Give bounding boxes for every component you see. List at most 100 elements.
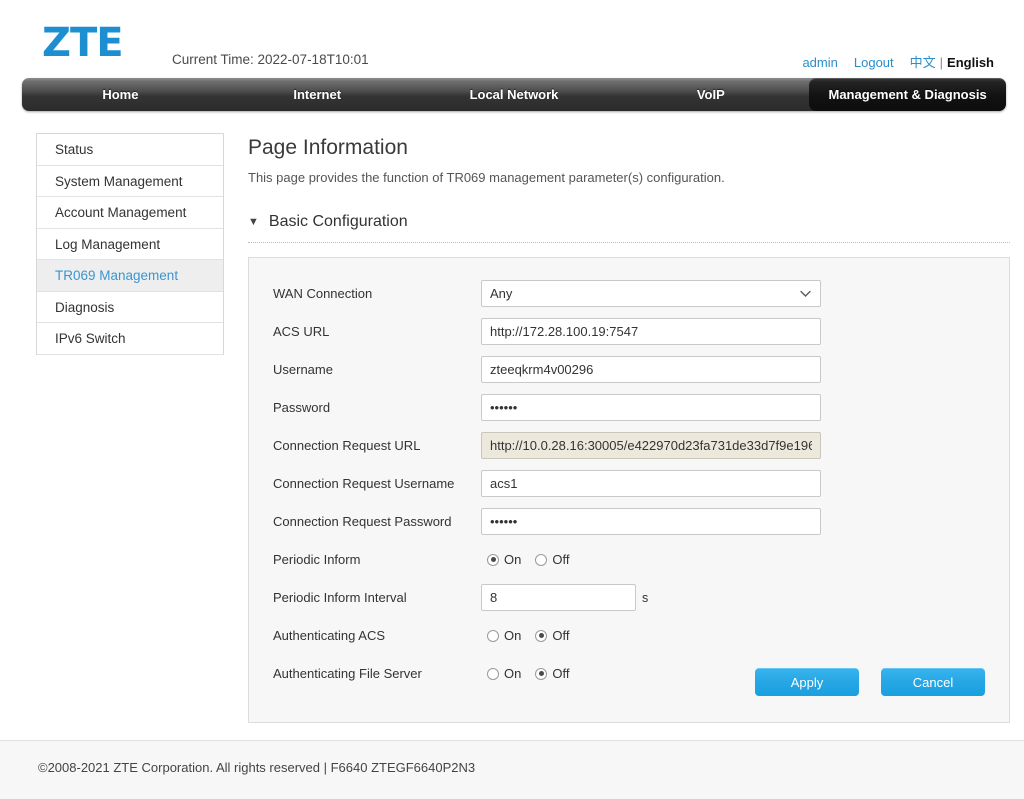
sidebar-item-account-management[interactable]: Account Management — [37, 197, 223, 229]
radio-label: On — [504, 628, 522, 643]
language-chinese-link[interactable]: 中文 — [910, 56, 936, 71]
connection-request-url-label: Connection Request URL — [273, 438, 421, 453]
field-row-username: Username — [273, 354, 985, 385]
nav-item-internet[interactable]: Internet — [219, 78, 416, 111]
periodic-inform-radio-on[interactable]: On — [487, 552, 521, 567]
radio-dot-icon — [487, 553, 499, 566]
logout-link[interactable]: Logout — [854, 55, 894, 70]
language-separator: | — [939, 55, 944, 70]
nav-item-voip[interactable]: VoIP — [612, 78, 809, 111]
authenticating-acs-radio-off[interactable]: Off — [535, 628, 569, 643]
radio-dot-icon — [535, 667, 548, 680]
nav-label: Home — [102, 87, 139, 102]
page-footer: ©2008-2021 ZTE Corporation. All rights r… — [0, 741, 1024, 799]
authenticating-acs-label: Authenticating ACS — [273, 628, 386, 643]
sidebar-item-label: Account Management — [55, 205, 187, 220]
periodic-inform-radio-off[interactable]: Off — [535, 552, 569, 567]
sidebar-item-label: Status — [55, 142, 94, 157]
periodic-inform-radio-group: On Off — [481, 552, 569, 567]
language-english-link[interactable]: English — [947, 55, 994, 70]
field-row-password: Password — [273, 392, 985, 423]
main-navigation: Home Internet Local Network VoIP Managem… — [22, 78, 1006, 111]
nav-item-management-diagnosis[interactable]: Management & Diagnosis — [809, 78, 1006, 111]
password-input[interactable] — [481, 394, 821, 421]
section-header-basic-configuration[interactable]: ▼ Basic Configuration — [248, 213, 1010, 242]
header-links: admin Logout 中文 | English — [802, 52, 994, 71]
authenticating-file-server-radio-on[interactable]: On — [487, 666, 521, 681]
field-row-periodic-inform-interval: Periodic Inform Interval s — [273, 582, 985, 613]
radio-label: On — [504, 666, 522, 681]
section-title: Basic Configuration — [268, 213, 408, 230]
nav-label: VoIP — [696, 87, 725, 102]
connection-request-url-input — [481, 432, 821, 459]
page-title: Page Information — [248, 136, 408, 159]
authenticating-file-server-label: Authenticating File Server — [273, 666, 422, 681]
field-row-authenticating-acs: Authenticating ACS On Off — [273, 620, 985, 651]
sidebar-item-diagnosis[interactable]: Diagnosis — [37, 292, 223, 323]
router-admin-page: ZTE Current Time: 2022-07-18T10:01 admin… — [0, 0, 1024, 799]
periodic-inform-label: Periodic Inform — [273, 552, 361, 567]
field-row-connection-request-url: Connection Request URL — [273, 430, 985, 461]
collapse-triangle-icon[interactable]: ▼ — [248, 216, 259, 228]
apply-button[interactable]: Apply — [755, 668, 859, 696]
footer-text: ©2008-2021 ZTE Corporation. All rights r… — [38, 760, 476, 775]
basic-configuration-panel: WAN Connection Any ACS URL U — [248, 257, 1010, 723]
nav-label: Local Network — [469, 87, 559, 102]
cancel-button[interactable]: Cancel — [881, 668, 985, 696]
field-row-periodic-inform: Periodic Inform On Off — [273, 544, 985, 575]
sidebar-item-log-management[interactable]: Log Management — [37, 229, 223, 260]
nav-item-home[interactable]: Home — [22, 78, 219, 111]
admin-link[interactable]: admin — [802, 55, 837, 70]
authenticating-acs-radio-on[interactable]: On — [487, 628, 521, 643]
field-row-connection-request-password: Connection Request Password — [273, 506, 985, 537]
username-label: Username — [273, 362, 333, 377]
nav-label: Internet — [293, 87, 342, 102]
radio-dot-icon — [487, 629, 499, 642]
connection-request-username-label: Connection Request Username — [273, 476, 455, 491]
sidebar-item-label: System Management — [55, 173, 183, 189]
authenticating-acs-radio-group: On Off — [481, 628, 569, 643]
nav-label: Management & Diagnosis — [828, 87, 987, 102]
authenticating-file-server-radio-off[interactable]: Off — [535, 666, 569, 681]
connection-request-password-label: Connection Request Password — [273, 514, 452, 529]
sidebar: Status System Management Account Managem… — [36, 133, 224, 355]
page-header: ZTE Current Time: 2022-07-18T10:01 admin… — [0, 0, 1024, 78]
connection-request-password-input[interactable] — [481, 508, 821, 535]
password-label: Password — [273, 400, 331, 415]
authenticating-file-server-radio-group: On Off — [481, 666, 569, 681]
radio-label: Off — [552, 552, 570, 567]
connection-request-username-input[interactable] — [481, 470, 821, 497]
radio-label: On — [504, 552, 522, 567]
sidebar-item-label: Diagnosis — [55, 299, 115, 315]
wan-connection-select[interactable]: Any — [481, 280, 821, 307]
sidebar-item-ipv6-switch[interactable]: IPv6 Switch — [37, 323, 223, 355]
radio-dot-icon — [535, 629, 548, 642]
form-actions: Apply Cancel — [755, 668, 985, 696]
current-time-label: Current Time: 2022-07-18T10:01 — [172, 52, 369, 67]
nav-item-local-network[interactable]: Local Network — [416, 78, 613, 111]
sidebar-item-status[interactable]: Status — [37, 134, 223, 166]
wan-connection-label: WAN Connection — [273, 286, 373, 301]
periodic-inform-interval-input[interactable] — [481, 584, 636, 611]
acs-url-label: ACS URL — [273, 324, 330, 339]
sidebar-item-system-management[interactable]: System Management — [37, 166, 223, 197]
section-divider — [248, 242, 1010, 243]
sidebar-item-tr069-management[interactable]: TR069 Management — [37, 260, 223, 292]
sidebar-item-label: IPv6 Switch — [55, 331, 126, 346]
field-row-connection-request-username: Connection Request Username — [273, 468, 985, 499]
content-area: Page Information This page provides the … — [248, 136, 1010, 723]
radio-label: Off — [552, 666, 570, 681]
sidebar-item-label: TR069 Management — [55, 268, 179, 283]
username-input[interactable] — [481, 356, 821, 383]
sidebar-item-label: Log Management — [55, 236, 161, 252]
field-row-wan-connection: WAN Connection Any — [273, 278, 985, 309]
periodic-inform-interval-label: Periodic Inform Interval — [273, 590, 407, 605]
acs-url-input[interactable] — [481, 318, 821, 345]
radio-dot-icon — [535, 553, 548, 566]
radio-dot-icon — [487, 667, 499, 680]
zte-logo: ZTE — [42, 20, 124, 66]
radio-label: Off — [552, 628, 570, 643]
page-description: This page provides the function of TR069… — [248, 170, 725, 185]
wan-connection-control: Any — [481, 280, 821, 307]
field-row-acs-url: ACS URL — [273, 316, 985, 347]
